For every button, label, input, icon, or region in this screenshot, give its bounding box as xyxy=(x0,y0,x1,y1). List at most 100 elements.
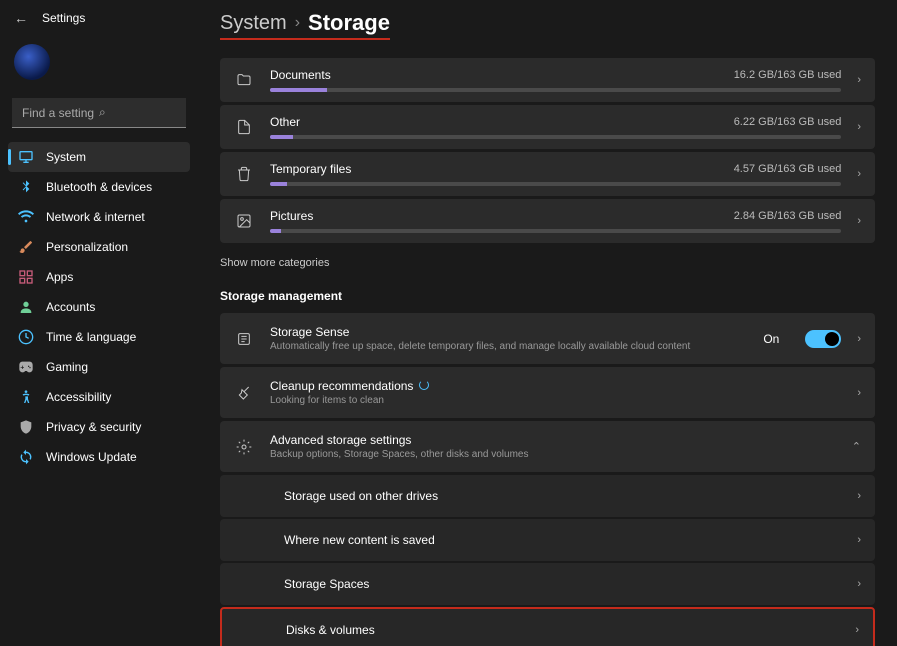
progress-bar xyxy=(270,88,841,92)
card-body: Other 6.22 GB/163 GB used xyxy=(270,115,841,139)
mgmt-body: Cleanup recommendations Looking for item… xyxy=(270,379,841,406)
card-title: Other xyxy=(270,115,300,129)
nav-item-brush[interactable]: Personalization xyxy=(8,232,190,262)
nav-label: Privacy & security xyxy=(46,420,141,434)
sub-item[interactable]: Storage Spaces › xyxy=(220,563,875,605)
card-usage: 16.2 GB/163 GB used xyxy=(734,69,842,81)
chevron-right-icon: › xyxy=(295,14,300,32)
avatar[interactable] xyxy=(14,44,50,80)
mgmt-card[interactable]: Advanced storage settings Backup options… xyxy=(220,421,875,472)
sub-item[interactable]: Storage used on other drives › xyxy=(220,475,875,517)
update-icon xyxy=(18,449,34,465)
nav-item-update[interactable]: Windows Update xyxy=(8,442,190,472)
progress-bar xyxy=(270,229,841,233)
nav-label: Accessibility xyxy=(46,390,111,404)
card-title: Documents xyxy=(270,68,331,82)
card-usage: 4.57 GB/163 GB used xyxy=(734,163,842,175)
chevron-icon: › xyxy=(857,333,861,345)
nav-item-person[interactable]: Accounts xyxy=(8,292,190,322)
nav-item-shield[interactable]: Privacy & security xyxy=(8,412,190,442)
documents-icon xyxy=(234,70,254,90)
sub-item-label: Disks & volumes xyxy=(286,623,375,637)
nav-item-system[interactable]: System xyxy=(8,142,190,172)
chevron-icon: › xyxy=(855,624,859,636)
clock-icon xyxy=(18,329,34,345)
mgmt-card[interactable]: Cleanup recommendations Looking for item… xyxy=(220,367,875,418)
main-content: System › Storage Documents 16.2 GB/163 G… xyxy=(198,0,897,646)
chevron-icon: ⌃ xyxy=(852,440,861,453)
mgmt-body: Storage Sense Automatically free up spac… xyxy=(270,325,747,352)
nav-item-access[interactable]: Accessibility xyxy=(8,382,190,412)
nav-item-apps[interactable]: Apps xyxy=(8,262,190,292)
sub-item[interactable]: Where new content is saved› xyxy=(220,519,875,561)
management-list: Storage Sense Automatically free up spac… xyxy=(220,313,875,472)
broom-icon xyxy=(234,383,254,403)
brush-icon xyxy=(18,239,34,255)
mgmt-subtitle: Backup options, Storage Spaces, other di… xyxy=(270,449,836,460)
nav-label: Personalization xyxy=(46,240,128,254)
wifi-icon xyxy=(18,209,34,225)
toggle-switch[interactable] xyxy=(805,330,841,348)
advanced-sub-list: Storage used on other drives › Where new c… xyxy=(220,475,875,646)
nav-item-game[interactable]: Gaming xyxy=(8,352,190,382)
breadcrumb-current: Storage xyxy=(308,10,390,36)
other-icon xyxy=(234,117,254,137)
trash-icon xyxy=(234,164,254,184)
card-title: Temporary files xyxy=(270,162,351,176)
nav-list: System Bluetooth & devices Network & inter… xyxy=(0,142,198,472)
nav-label: Accounts xyxy=(46,300,95,314)
card-title: Pictures xyxy=(270,209,313,223)
progress-bar xyxy=(270,135,841,139)
mgmt-body: Advanced storage settings Backup options… xyxy=(270,433,836,460)
storage-list: Documents 16.2 GB/163 GB used › Other 6.… xyxy=(220,58,875,243)
nav-item-bluetooth[interactable]: Bluetooth & devices xyxy=(8,172,190,202)
mgmt-title: Storage Sense xyxy=(270,325,747,339)
storage-card-other[interactable]: Other 6.22 GB/163 GB used › xyxy=(220,105,875,149)
nav-item-clock[interactable]: Time & language xyxy=(8,322,190,352)
person-icon xyxy=(18,299,34,315)
apps-icon xyxy=(18,269,34,285)
search-input[interactable]: Find a setting ⌕ xyxy=(12,98,186,128)
system-icon xyxy=(18,149,34,165)
nav-label: Gaming xyxy=(46,360,88,374)
nav-item-wifi[interactable]: Network & internet xyxy=(8,202,190,232)
mgmt-title: Cleanup recommendations xyxy=(270,379,841,393)
storage-card-pictures[interactable]: Pictures 2.84 GB/163 GB used › xyxy=(220,199,875,243)
sub-item-label: Storage Spaces xyxy=(284,577,369,591)
progress-bar xyxy=(270,182,841,186)
card-usage: 6.22 GB/163 GB used xyxy=(734,116,842,128)
pictures-icon xyxy=(234,211,254,231)
card-usage: 2.84 GB/163 GB used xyxy=(734,210,842,222)
mgmt-subtitle: Looking for items to clean xyxy=(270,395,841,406)
sidebar: ← Settings Find a setting ⌕ SystemBlueto… xyxy=(0,0,198,646)
search-icon: ⌕ xyxy=(99,105,176,120)
sub-item[interactable]: Disks & volumes › xyxy=(220,607,875,646)
sense-icon xyxy=(234,329,254,349)
mgmt-card[interactable]: Storage Sense Automatically free up spac… xyxy=(220,313,875,364)
card-body: Pictures 2.84 GB/163 GB used xyxy=(270,209,841,233)
gear-icon xyxy=(234,437,254,457)
sub-item-label: Storage used on other drives xyxy=(284,489,438,503)
nav-label: Time & language xyxy=(46,330,136,344)
nav-label: Windows Update xyxy=(46,450,137,464)
nav-label: System xyxy=(46,150,86,164)
spinner-icon xyxy=(419,380,429,390)
chevron-icon: › xyxy=(857,578,861,590)
back-button[interactable]: ← xyxy=(14,10,28,26)
shield-icon xyxy=(18,419,34,435)
access-icon xyxy=(18,389,34,405)
nav-label: Network & internet xyxy=(46,210,145,224)
breadcrumb-parent[interactable]: System xyxy=(220,12,287,35)
search-placeholder: Find a setting xyxy=(22,106,99,120)
nav-label: Apps xyxy=(46,270,73,284)
chevron-icon: › xyxy=(857,490,861,502)
chevron-right-icon: › xyxy=(857,215,861,227)
mgmt-title: Advanced storage settings xyxy=(270,433,836,447)
section-title: Storage management xyxy=(220,289,875,303)
storage-card-documents[interactable]: Documents 16.2 GB/163 GB used › xyxy=(220,58,875,102)
breadcrumb: System › Storage xyxy=(220,10,390,40)
storage-card-trash[interactable]: Temporary files 4.57 GB/163 GB used › xyxy=(220,152,875,196)
show-more-link[interactable]: Show more categories xyxy=(220,257,875,269)
chevron-right-icon: › xyxy=(857,74,861,86)
game-icon xyxy=(18,359,34,375)
